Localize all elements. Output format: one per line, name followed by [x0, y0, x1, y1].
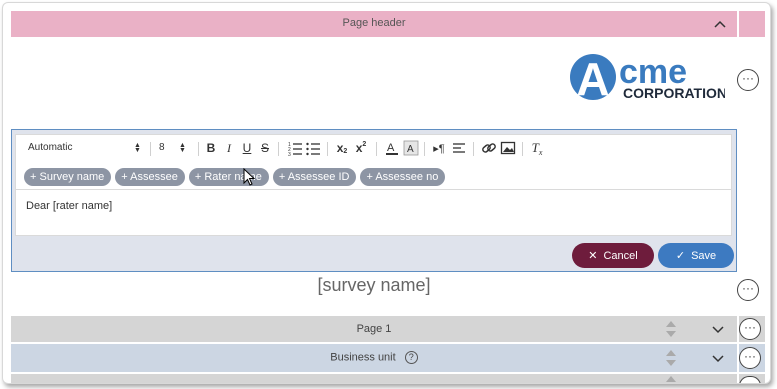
more-icon: ··· — [744, 348, 756, 363]
font-select-value: Automatic — [28, 142, 73, 153]
font-select[interactable]: Automatic ▲ ▼ — [28, 142, 143, 154]
editor-toolbar: Automatic ▲ ▼ 8 ▲ ▼ B I U S 123 x 2 x 2 … — [15, 134, 732, 189]
font-color-icon[interactable]: A — [384, 140, 400, 156]
editor-body-text: Dear [rater name] — [26, 200, 113, 212]
save-button[interactable]: ✓ Save — [658, 243, 734, 268]
survey-title-more-button[interactable]: ··· — [737, 279, 759, 301]
font-size-value: 8 — [159, 142, 165, 153]
tag-survey-name[interactable]: + Survey name — [24, 168, 112, 186]
svg-text:3: 3 — [288, 152, 291, 156]
toolbar-divider — [522, 142, 523, 156]
header-more-button[interactable]: ··· — [737, 69, 759, 91]
cancel-label: Cancel — [603, 249, 638, 262]
help-icon[interactable]: ? — [404, 351, 418, 364]
chevron-down-icon[interactable] — [711, 325, 725, 335]
toolbar-divider — [327, 142, 328, 156]
toolbar-divider — [424, 142, 425, 156]
page-row-label: Page 1 — [356, 323, 392, 335]
bold-icon[interactable]: B — [203, 140, 219, 156]
drag-up-icon[interactable] — [665, 374, 677, 384]
italic-icon[interactable]: I — [221, 140, 237, 156]
check-icon: ✓ — [675, 250, 686, 262]
ordered-list-icon[interactable]: 123 — [287, 140, 303, 156]
survey-title: [survey name] — [317, 275, 431, 295]
chevron-up-icon[interactable] — [713, 17, 727, 31]
cancel-button[interactable]: ✕ Cancel — [572, 243, 654, 268]
logo-word-corporation: CORPORATION — [623, 85, 725, 101]
toolbar-divider — [198, 142, 199, 156]
page-row[interactable]: Page 1 — [11, 316, 737, 342]
toolbar-divider — [278, 142, 279, 156]
close-icon: ✕ — [588, 250, 598, 262]
more-icon: ··· — [742, 280, 754, 295]
acme-logo: A cme CORPORATION — [570, 53, 725, 103]
toolbar-divider — [376, 142, 377, 156]
clear-format-icon[interactable]: Tx — [529, 140, 545, 157]
business-unit-more-button[interactable]: ··· — [739, 347, 761, 369]
business-unit-row[interactable]: Business unit ? — [11, 344, 737, 372]
underline-icon[interactable]: U — [239, 140, 255, 156]
align-icon[interactable] — [451, 140, 467, 156]
mouse-cursor-icon — [243, 168, 256, 186]
svg-text:A: A — [387, 142, 395, 154]
select-arrow-icon: ▲ ▼ — [179, 142, 186, 154]
font-size-select[interactable]: 8 ▲ ▼ — [159, 142, 189, 154]
bullet-list-icon[interactable] — [305, 140, 321, 156]
tag-label: Survey name — [39, 171, 105, 183]
ltr-icon[interactable]: ▸¶ — [431, 140, 447, 156]
save-label: Save — [691, 249, 717, 262]
more-icon: ··· — [742, 70, 754, 85]
highlight-icon[interactable]: A — [403, 140, 419, 156]
more-icon: ··· — [744, 319, 756, 334]
link-icon[interactable] — [481, 140, 497, 156]
editor-text-area[interactable]: Dear [rater name] — [15, 189, 732, 236]
subscript-icon[interactable]: x2 — [334, 140, 350, 156]
placeholder-tags: + Survey name + Assessee + Rater name + … — [24, 168, 446, 186]
drag-updown-icon[interactable] — [665, 348, 677, 368]
toolbar-divider — [473, 142, 474, 156]
strikethrough-icon[interactable]: S — [257, 140, 273, 156]
page-header-title: Page header — [342, 17, 406, 29]
image-icon[interactable] — [500, 140, 516, 156]
tag-assessee-id[interactable]: + Assessee ID — [272, 168, 357, 186]
tag-label: Assessee — [130, 171, 178, 183]
survey-editor-window: Page header A cme CORPORATION ··· Automa… — [2, 2, 771, 384]
page-row-more-button[interactable]: ··· — [739, 318, 761, 340]
header-side-strip — [739, 11, 765, 37]
select-arrow-icon: ▲ ▼ — [134, 142, 141, 154]
logo-letter-a: A — [576, 53, 609, 103]
superscript-icon[interactable]: x2 — [353, 140, 369, 156]
page-header-bar[interactable]: Page header — [11, 11, 737, 37]
tag-label: Assessee no — [375, 171, 439, 183]
business-unit-row-label: Business unit ? — [11, 351, 737, 364]
tag-assessee[interactable]: + Assessee — [115, 168, 185, 186]
tag-label: Assessee ID — [287, 171, 350, 183]
drag-updown-icon[interactable] — [665, 319, 677, 339]
toolbar-divider — [150, 142, 151, 156]
rich-text-editor: Automatic ▲ ▼ 8 ▲ ▼ B I U S 123 x 2 x 2 … — [11, 129, 737, 272]
business-unit-label-text: Business unit — [330, 351, 396, 364]
svg-text:A: A — [407, 144, 414, 155]
chevron-down-icon[interactable] — [711, 354, 725, 364]
next-row[interactable] — [11, 374, 737, 384]
tag-assessee-no[interactable]: + Assessee no — [360, 168, 446, 186]
